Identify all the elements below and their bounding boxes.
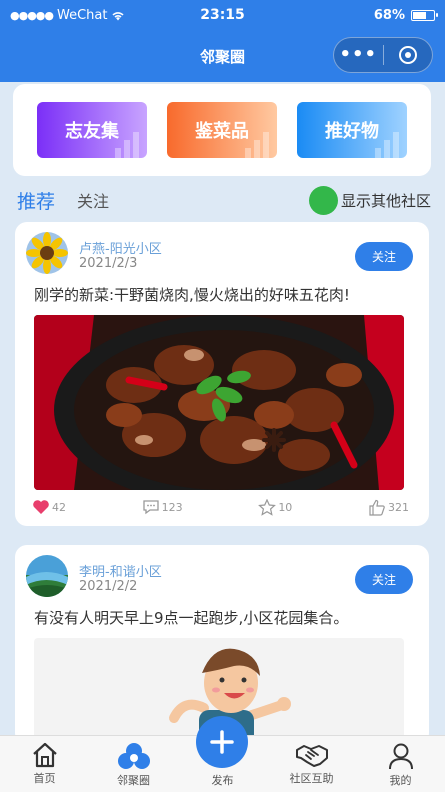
home-icon <box>32 742 57 768</box>
braised-pork-photo <box>34 315 404 490</box>
category-zhiyouji-button[interactable]: 志友集 <box>37 102 147 158</box>
sunflower-avatar-icon <box>26 232 68 274</box>
mini-program-capsule: ••• <box>333 37 433 73</box>
category-jiancaipin-button[interactable]: 鉴菜品 <box>167 102 277 158</box>
category-card: 志友集 鉴菜品 推好物 <box>13 84 431 176</box>
tab-label: 我的 <box>389 774 412 787</box>
favorite-action[interactable]: 10 <box>258 498 293 516</box>
avatar[interactable] <box>26 555 68 597</box>
post-author[interactable]: 卢燕-阳光小区 <box>79 238 162 257</box>
tab-label: 发布 <box>211 774 234 787</box>
circles-icon <box>117 743 150 769</box>
post-author[interactable]: 李明-和谐小区 <box>79 561 162 580</box>
status-time: 23:15 <box>200 7 245 23</box>
thumbs-up-icon <box>369 499 385 516</box>
toggle-dot-icon <box>308 185 338 215</box>
thumbs-up-action[interactable]: 321 <box>368 499 409 516</box>
tab-mutual-help[interactable]: 社区互助 <box>267 736 356 792</box>
bars-decoration <box>375 132 399 158</box>
user-icon <box>388 743 413 770</box>
post-header: 卢燕-阳光小区 2021/2/3 关注 <box>26 232 413 276</box>
battery-fill <box>413 11 426 19</box>
tab-label: 社区互助 <box>289 772 334 785</box>
tab-recommend[interactable]: 推荐 <box>17 187 55 214</box>
battery-icon <box>411 9 438 21</box>
target-circle-icon[interactable] <box>384 46 433 64</box>
comment-count: 123 <box>161 500 183 514</box>
favorite-count: 10 <box>278 500 293 514</box>
post-header: 李明-和谐小区 2021/2/2 关注 <box>26 555 413 599</box>
tab-mine[interactable]: 我的 <box>356 736 445 792</box>
star-icon <box>258 498 277 516</box>
post-text: 刚学的新菜:干野菌烧肉,慢火烧出的好味五花肉! <box>34 286 350 304</box>
show-other-communities-toggle[interactable]: 显示其他社区 <box>308 185 431 215</box>
heart-icon <box>33 500 49 514</box>
tab-label: 首页 <box>33 772 56 785</box>
comment-icon <box>143 500 159 515</box>
carrier-name: WeChat <box>57 7 108 23</box>
post-image[interactable] <box>34 315 404 490</box>
bars-decoration <box>245 132 269 158</box>
post-card: 李明-和谐小区 2021/2/2 关注 有没有人明天早上9点一起跑步,小区花园集… <box>15 545 429 745</box>
post-date: 2021/2/3 <box>79 256 138 271</box>
category-tuihaowu-button[interactable]: 推好物 <box>297 102 407 158</box>
battery-percent: 68% <box>373 7 405 23</box>
thumbs-up-count: 321 <box>387 500 409 514</box>
feed-tabs: 推荐 关注 显示其他社区 <box>17 184 431 216</box>
follow-button[interactable]: 关注 <box>355 242 413 271</box>
signal-dots: ●●●●● <box>10 8 54 22</box>
post-date: 2021/2/2 <box>79 579 138 594</box>
status-bar: ●●●●● WeChat 23:15 68% <box>0 0 445 30</box>
wifi-icon <box>112 11 125 20</box>
tab-circle[interactable]: 邻聚圈 <box>89 736 178 792</box>
landscape-avatar-icon <box>26 555 68 597</box>
tab-label: 邻聚圈 <box>117 774 150 787</box>
post-actions: 42 123 10 321 <box>32 496 409 518</box>
like-count: 42 <box>52 500 66 514</box>
handshake-icon <box>295 745 328 767</box>
battery-group: 68% <box>373 7 438 23</box>
follow-button[interactable]: 关注 <box>355 565 413 594</box>
comment-action[interactable]: 123 <box>142 499 183 515</box>
toggle-label: 显示其他社区 <box>340 191 431 210</box>
category-label: 鉴菜品 <box>195 121 249 142</box>
post-text: 有没有人明天早上9点一起跑步,小区花园集合。 <box>34 609 349 627</box>
post-card: 卢燕-阳光小区 2021/2/3 关注 刚学的新菜:干野菌烧肉,慢火烧出的好味五… <box>15 222 429 526</box>
nav-bar: 邻聚圈 ••• <box>0 30 445 82</box>
category-label: 志友集 <box>65 121 119 142</box>
bars-decoration <box>115 132 139 158</box>
publish-button[interactable] <box>196 716 248 768</box>
tab-home[interactable]: 首页 <box>0 736 89 792</box>
more-dots-icon[interactable]: ••• <box>334 46 383 64</box>
avatar[interactable] <box>26 232 68 274</box>
tab-follow[interactable]: 关注 <box>77 188 109 212</box>
category-label: 推好物 <box>325 121 379 142</box>
like-action[interactable]: 42 <box>32 499 66 515</box>
page-title: 邻聚圈 <box>199 47 245 66</box>
carrier-group: ●●●●● WeChat <box>10 8 125 23</box>
plus-icon <box>210 730 234 754</box>
